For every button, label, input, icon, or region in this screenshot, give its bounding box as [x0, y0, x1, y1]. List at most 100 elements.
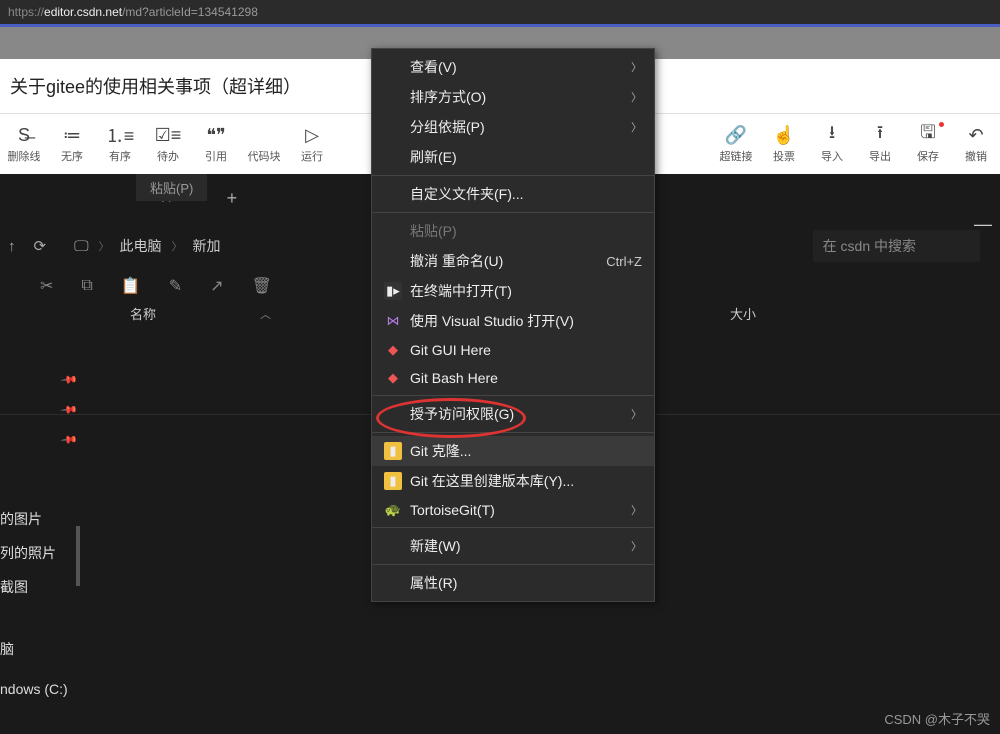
cut-icon[interactable]: ✂	[40, 276, 53, 296]
menu-item[interactable]: ◆Git GUI Here	[372, 336, 654, 364]
menu-separator	[372, 395, 654, 396]
menu-separator	[372, 212, 654, 213]
url-protocol: https://	[8, 5, 44, 19]
tab-add-icon[interactable]: +	[227, 188, 238, 209]
sidebar-item[interactable]: 的图片	[0, 506, 68, 532]
menu-item[interactable]: 排序方式(O)〉	[372, 82, 654, 112]
sidebar-scrollbar[interactable]	[76, 526, 80, 586]
menu-item[interactable]: ▮Git 克隆...	[372, 436, 654, 466]
breadcrumb-item[interactable]: 此电脑	[120, 236, 162, 256]
pin-icon: 📌	[51, 401, 78, 430]
toolbar-label: 投票	[773, 148, 795, 164]
chevron-up-icon: ︿	[260, 306, 271, 322]
breadcrumb-item[interactable]: 新加	[193, 236, 221, 256]
chevron-right-icon: 〉	[631, 59, 642, 75]
toolbar-label: 导出	[869, 148, 891, 164]
column-name[interactable]: 名称	[130, 304, 156, 323]
menu-item[interactable]: ⋈ 使用 Visual Studio 打开(V)	[372, 306, 654, 336]
chevron-right-icon: 〉	[631, 502, 642, 518]
menu-item-label: 分组依据(P)	[410, 117, 485, 137]
rename-icon[interactable]: ✎	[169, 276, 182, 296]
menu-item-icon: ⋈	[384, 312, 402, 330]
menu-item: 粘贴(P)	[372, 216, 654, 246]
toolbar-label: 代码块	[248, 148, 281, 164]
toolbar-button[interactable]: 🔗超链接	[712, 120, 760, 168]
menu-item-icon: ▮	[384, 472, 402, 490]
toolbar-label: 无序	[61, 148, 83, 164]
menu-item[interactable]: ▮▸在终端中打开(T)	[372, 276, 654, 306]
menu-item-label: 自定义文件夹(F)...	[410, 184, 524, 204]
toolbar-label: 有序	[109, 148, 131, 164]
menu-item-label: 查看(V)	[410, 57, 457, 77]
toolbar-button[interactable]: ⒈≡有序	[96, 120, 144, 168]
copy-icon[interactable]: ⧉	[81, 277, 92, 295]
menu-item[interactable]: 属性(R)	[372, 568, 654, 598]
toolbar-button[interactable]: 🖫 保存	[904, 120, 952, 168]
toolbar-icon: 🔗	[725, 124, 747, 146]
toolbar-icon: 🖫	[920, 124, 935, 146]
minimize-icon[interactable]: —	[974, 214, 992, 235]
sidebar-item[interactable]: 脑	[0, 636, 68, 662]
delete-icon[interactable]: 🗑	[252, 276, 272, 296]
toolbar-label: 保存	[917, 148, 939, 164]
browser-url-bar[interactable]: https://editor.csdn.net/md?articleId=134…	[0, 0, 1000, 24]
toolbar-button[interactable]: 代码块	[240, 120, 288, 168]
menu-item-label: 使用 Visual Studio 打开(V)	[410, 311, 574, 331]
toolbar-button[interactable]: ⭳ 导入	[808, 120, 856, 168]
toolbar-button[interactable]: S̶删除线	[0, 120, 48, 168]
sidebar-item[interactable]: 列的照片	[0, 540, 68, 566]
sidebar-list: 的图片列的照片截图脑 ndows (C:)	[0, 506, 68, 700]
menu-item[interactable]: ▮Git 在这里创建版本库(Y)...	[372, 466, 654, 496]
menu-shortcut: Ctrl+Z	[606, 254, 642, 269]
menu-item[interactable]: 查看(V) 〉	[372, 52, 654, 82]
toolbar-label: 待办	[157, 148, 179, 164]
menu-item-icon: ◆	[384, 369, 402, 387]
menu-separator	[372, 432, 654, 433]
toolbar-button[interactable]: ❝❞引用	[192, 120, 240, 168]
column-size[interactable]: 大小	[730, 304, 756, 323]
menu-item[interactable]: 分组依据(P) 〉	[372, 112, 654, 142]
search-input[interactable]: 在 csdn 中搜索	[813, 230, 980, 262]
menu-item[interactable]: ◆Git Bash Here	[372, 364, 654, 392]
chevron-right-icon: 〉	[631, 538, 642, 554]
menu-item[interactable]: 授予访问权限(G)〉	[372, 399, 654, 429]
toolbar-icon: ☑≡	[155, 124, 182, 146]
pc-icon[interactable]: 🖵	[74, 238, 88, 255]
url-path: /md?articleId=134541298	[122, 5, 258, 19]
toolbar-button[interactable]: ↶撤销	[952, 120, 1000, 168]
toolbar-label: 导入	[821, 148, 843, 164]
url-domain: editor.csdn.net	[44, 5, 122, 19]
sidebar-item[interactable]: 截图	[0, 574, 68, 600]
context-menu: 查看(V)〉排序方式(O)〉分组依据(P)〉刷新(E)自定义文件夹(F)...粘…	[371, 48, 655, 602]
toolbar-button[interactable]: ☑≡ 待办	[144, 120, 192, 168]
menu-item-label: 新建(W)	[410, 536, 461, 556]
menu-separator	[372, 175, 654, 176]
share-icon[interactable]: ↗	[210, 276, 223, 296]
nav-up-icon[interactable]: ↑	[8, 238, 16, 255]
toolbar-icon: ☝	[773, 124, 795, 146]
toolbar-icon: ⭳	[829, 124, 835, 146]
pin-icon: 📌	[51, 431, 78, 460]
paste-hint: 粘贴(P)	[136, 174, 207, 201]
menu-item-icon: ▮▸	[384, 282, 402, 300]
menu-item-label: 排序方式(O)	[410, 87, 486, 107]
chevron-right-icon: 〉	[99, 238, 110, 254]
menu-item[interactable]: 撤消 重命名(U)Ctrl+Z	[372, 246, 654, 276]
menu-separator	[372, 527, 654, 528]
toolbar-button[interactable]: ☝ 投票	[760, 120, 808, 168]
toolbar-button[interactable]: ≔无序	[48, 120, 96, 168]
menu-item[interactable]: 刷新(E)	[372, 142, 654, 172]
menu-item[interactable]: 新建(W) 〉	[372, 531, 654, 561]
pinned-indicators: 📌 📌 📌	[58, 372, 72, 458]
sidebar-item[interactable]: ndows (C:)	[0, 678, 68, 700]
toolbar-label: 删除线	[8, 148, 41, 164]
paste-icon[interactable]: 📋	[121, 276, 141, 296]
watermark: CSDN @木子不哭	[884, 709, 990, 728]
toolbar-button[interactable]: ⭱导出	[856, 120, 904, 168]
menu-item[interactable]: 🐢TortoiseGit(T)〉	[372, 496, 654, 524]
chevron-right-icon: 〉	[631, 119, 642, 135]
menu-item[interactable]: 自定义文件夹(F)...	[372, 179, 654, 209]
toolbar-button[interactable]: ▷运行	[288, 120, 336, 168]
menu-item-label: 粘贴(P)	[410, 221, 457, 241]
nav-refresh-icon[interactable]: ⟳	[34, 237, 47, 255]
